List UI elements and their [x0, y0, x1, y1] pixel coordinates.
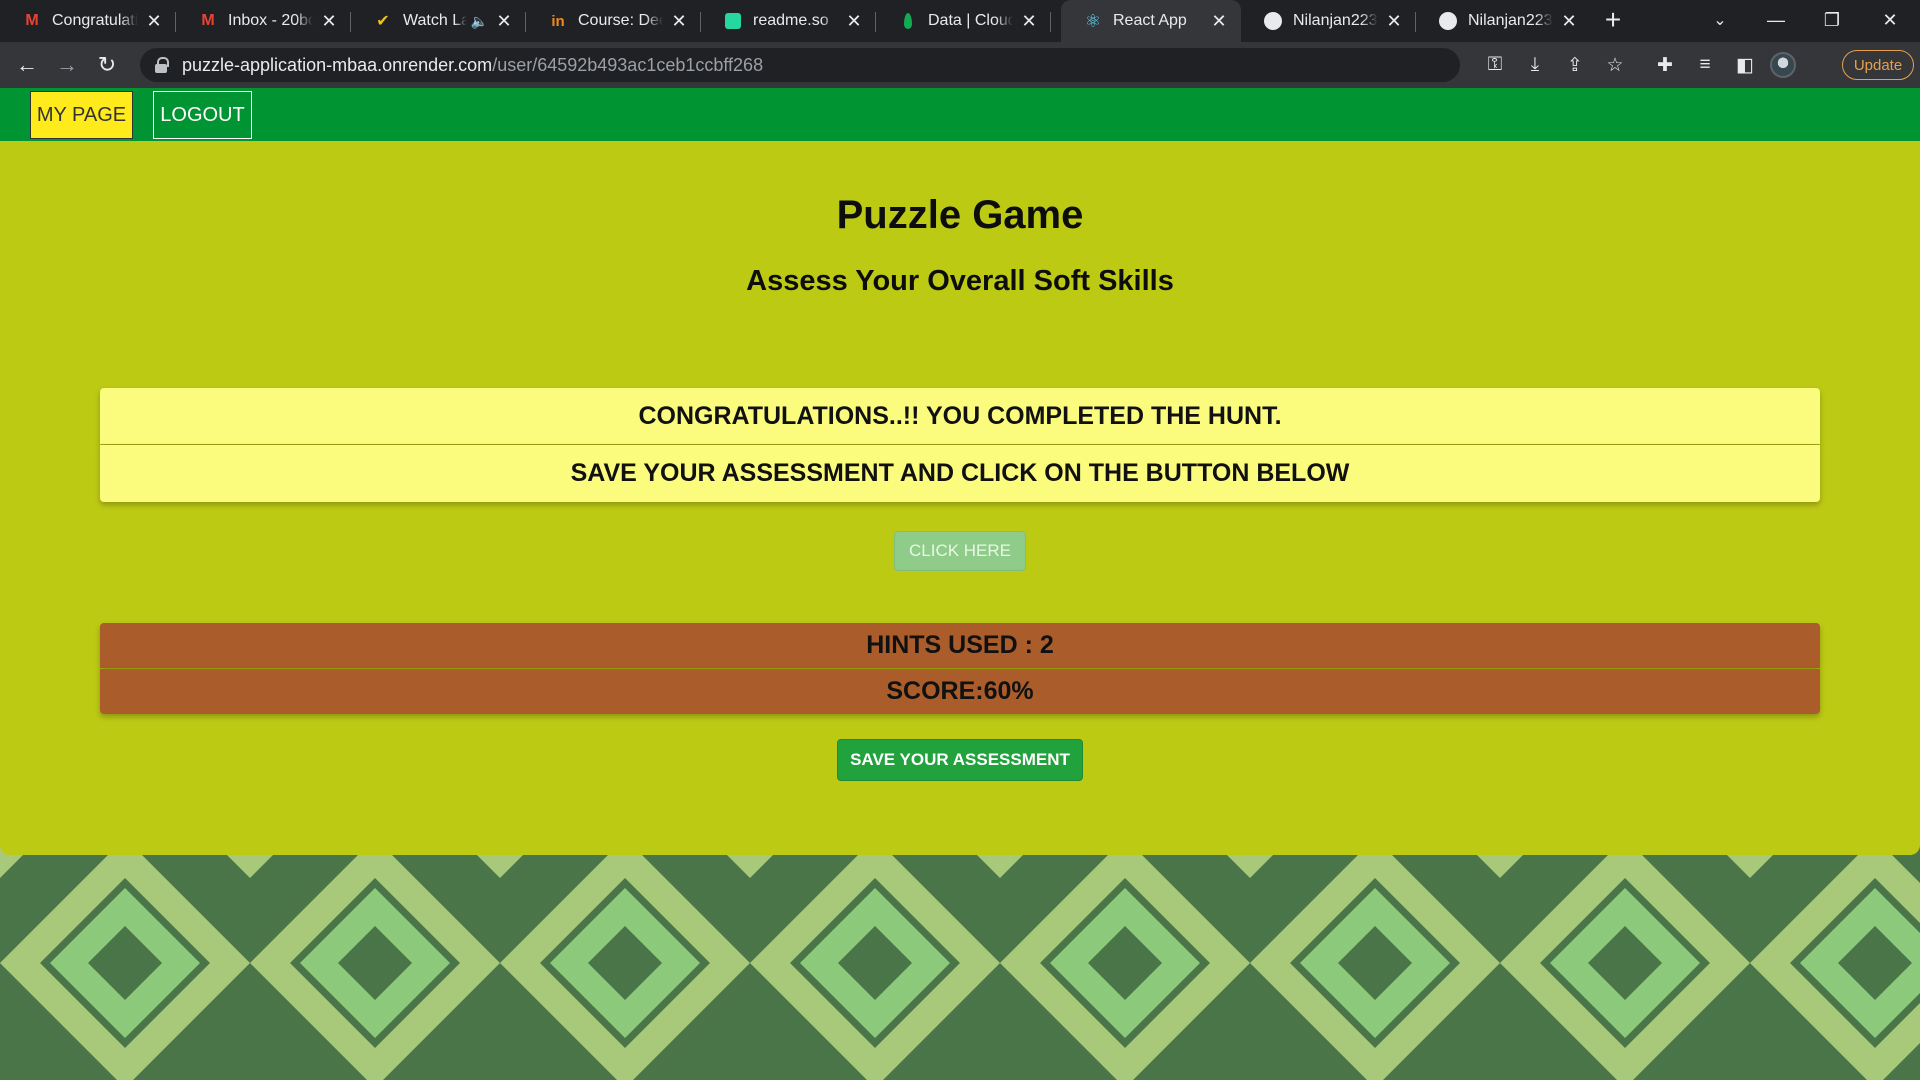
minimize-icon[interactable]: — — [1748, 0, 1804, 40]
bookmark-star-icon[interactable]: ☆ — [1600, 50, 1630, 80]
tab-mongodb[interactable]: Data | Cloud: MongoDB ✕ — [876, 0, 1051, 42]
gmail-icon: M — [201, 12, 215, 29]
back-icon[interactable]: ← — [12, 50, 42, 80]
tab-title: Watch Later — [403, 12, 467, 29]
tab-title: Congratulations — [52, 12, 138, 29]
app-navbar: MY PAGE LOGOUT — [0, 88, 1920, 141]
leaf-icon — [898, 11, 918, 31]
tab-watch-later[interactable]: ✔ Watch Later 🔈 ✕ — [351, 0, 526, 42]
side-panel-icon[interactable]: ◧ — [1730, 50, 1760, 80]
install-icon[interactable]: ⤓ — [1520, 50, 1550, 80]
my-page-button[interactable]: MY PAGE — [30, 91, 133, 139]
update-button[interactable]: Update — [1842, 50, 1914, 80]
tab-course[interactable]: in Course: Deep Learning ✕ — [526, 0, 701, 42]
tab-congratulations[interactable]: M Congratulations ✕ — [0, 0, 176, 42]
speaker-icon[interactable]: 🔈 — [471, 13, 488, 30]
close-icon[interactable]: ✕ — [1384, 11, 1404, 32]
close-icon[interactable]: ✕ — [1209, 11, 1229, 32]
tab-inbox[interactable]: M Inbox - 20bce ✕ — [176, 0, 351, 42]
gmail-icon: M — [25, 12, 39, 29]
tab-separator — [1050, 12, 1051, 32]
congrats-message: CONGRATULATIONS..!! YOU COMPLETED THE HU… — [100, 388, 1820, 444]
tab-title: Nilanjan223/C — [1293, 12, 1378, 29]
window-close-icon[interactable]: ✕ — [1862, 0, 1918, 40]
tab-readme[interactable]: readme.so ✕ — [701, 0, 876, 42]
close-icon[interactable]: ✕ — [319, 11, 339, 32]
tab-search-icon[interactable]: ⌄ — [1692, 0, 1748, 40]
tab-github-2[interactable]: Nilanjan223/C ✕ — [1416, 0, 1591, 42]
tab-title: readme.so — [753, 12, 829, 29]
github-icon — [1263, 11, 1283, 31]
address-bar[interactable]: puzzle-application-mbaa.onrender.com/use… — [140, 48, 1460, 82]
key-icon[interactable]: ⚿ — [1480, 50, 1510, 80]
instruction-message: SAVE YOUR ASSESSMENT AND CLICK ON THE BU… — [100, 445, 1820, 502]
reload-icon[interactable]: ↻ — [92, 50, 122, 80]
page-subtitle: Assess Your Overall Soft Skills — [746, 265, 1174, 297]
restore-icon[interactable]: ❐ — [1804, 0, 1860, 40]
new-tab-button[interactable]: + — [1598, 6, 1628, 36]
github-icon — [1438, 11, 1458, 31]
close-icon[interactable]: ✕ — [494, 11, 514, 32]
tab-react-app[interactable]: ⚛ React App ✕ — [1061, 0, 1241, 42]
close-icon[interactable]: ✕ — [1019, 11, 1039, 32]
score-bar: SCORE:60% — [100, 669, 1820, 714]
react-icon: ⚛ — [1084, 10, 1102, 31]
close-icon[interactable]: ✕ — [844, 11, 864, 32]
tab-title: Inbox - 20bce — [228, 12, 313, 29]
tab-strip: M Congratulations ✕ M Inbox - 20bce ✕ ✔ … — [0, 0, 1920, 42]
click-here-button[interactable]: CLICK HERE — [894, 531, 1026, 571]
url-path: /user/64592b493ac1ceb1ccbff268 — [492, 54, 764, 75]
tab-title: React App — [1113, 12, 1187, 29]
in-logo-icon: in — [551, 12, 565, 30]
hints-used-bar: HINTS USED : 2 — [100, 623, 1820, 668]
save-assessment-button[interactable]: SAVE YOUR ASSESSMENT — [837, 739, 1083, 781]
browser-toolbar: ← → ↻ puzzle-application-mbaa.onrender.c… — [0, 42, 1920, 88]
media-queue-icon[interactable]: ≡ — [1690, 50, 1720, 80]
tab-github-1[interactable]: Nilanjan223/C ✕ — [1241, 0, 1416, 42]
close-icon[interactable]: ✕ — [144, 11, 164, 32]
logout-button[interactable]: LOGOUT — [153, 91, 252, 139]
close-icon[interactable]: ✕ — [669, 11, 689, 32]
tab-title: Data | Cloud: MongoDB — [928, 12, 1013, 29]
profile-avatar[interactable] — [1770, 52, 1796, 78]
tab-title: Course: Deep Learning — [578, 12, 663, 29]
lock-icon[interactable] — [154, 57, 169, 73]
page-viewport: MY PAGE LOGOUT Puzzle Game Assess Your O… — [0, 88, 1920, 1080]
forward-icon[interactable]: → — [52, 50, 82, 80]
share-icon[interactable]: ⇪ — [1560, 50, 1590, 80]
checkmark-icon: ✔ — [376, 13, 390, 30]
page-title: Puzzle Game — [836, 193, 1084, 237]
extensions-icon[interactable]: ✚ — [1650, 50, 1680, 80]
tab-title: Nilanjan223/C — [1468, 12, 1553, 29]
close-icon[interactable]: ✕ — [1559, 11, 1579, 32]
url-host: puzzle-application-mbaa.onrender.com — [182, 54, 493, 75]
readme-icon — [723, 11, 743, 31]
